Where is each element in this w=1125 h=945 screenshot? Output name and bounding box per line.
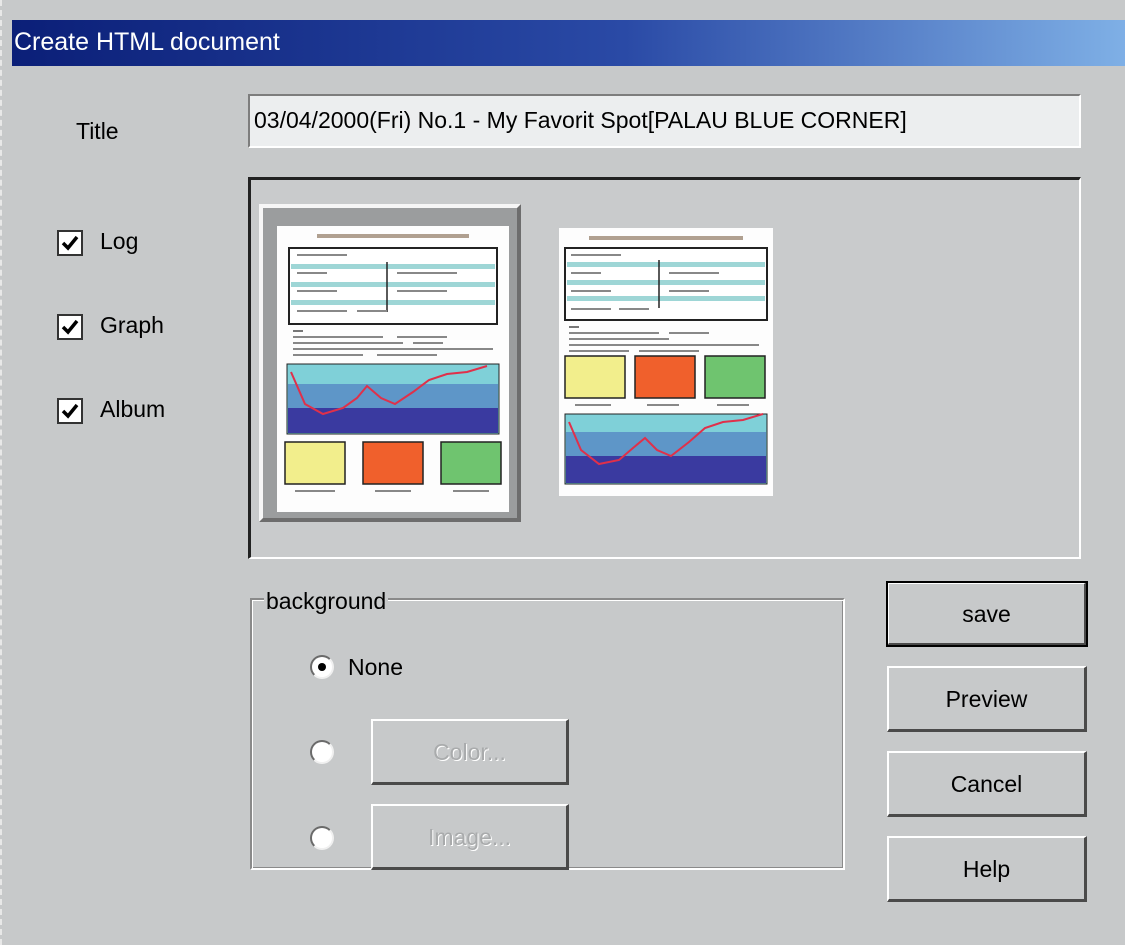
image-button[interactable]: Image... — [371, 804, 569, 870]
checkmark-icon — [61, 319, 79, 335]
color-button[interactable]: Color... — [371, 719, 569, 785]
background-color-radio[interactable] — [310, 740, 334, 764]
help-button[interactable]: Help — [887, 836, 1087, 902]
background-none-label: None — [348, 654, 403, 680]
checkmark-icon — [61, 403, 79, 419]
title-bar[interactable]: Create HTML document — [12, 20, 1125, 66]
radio-selected-dot — [318, 663, 326, 671]
background-none-radio[interactable] — [310, 655, 334, 679]
album-checkbox[interactable] — [57, 398, 83, 424]
layout-thumbnail-album-first — [564, 236, 768, 485]
background-group-label: background — [264, 588, 389, 615]
layout-thumbnail-graph-first — [277, 226, 509, 512]
background-image-radio[interactable] — [310, 826, 334, 850]
checkmark-icon — [61, 235, 79, 251]
window-title: Create HTML document — [14, 28, 280, 56]
layout-preview-area — [248, 177, 1081, 559]
create-html-dialog: Create HTML document Title 03/04/2000(Fr… — [0, 0, 1125, 945]
layout-option-1[interactable] — [259, 204, 521, 522]
preview-button[interactable]: Preview — [887, 666, 1087, 732]
title-label: Title — [76, 118, 119, 144]
cancel-button[interactable]: Cancel — [887, 751, 1087, 817]
layout-option-2[interactable] — [559, 228, 773, 496]
save-button[interactable]: save — [886, 581, 1088, 647]
album-label: Album — [100, 396, 166, 422]
log-label: Log — [100, 228, 139, 254]
log-checkbox[interactable] — [57, 230, 83, 256]
graph-label: Graph — [100, 312, 164, 338]
title-input[interactable]: 03/04/2000(Fri) No.1 - My Favorit Spot[P… — [248, 94, 1081, 148]
graph-checkbox[interactable] — [57, 314, 83, 340]
layout-thumbnail-image — [284, 234, 502, 492]
